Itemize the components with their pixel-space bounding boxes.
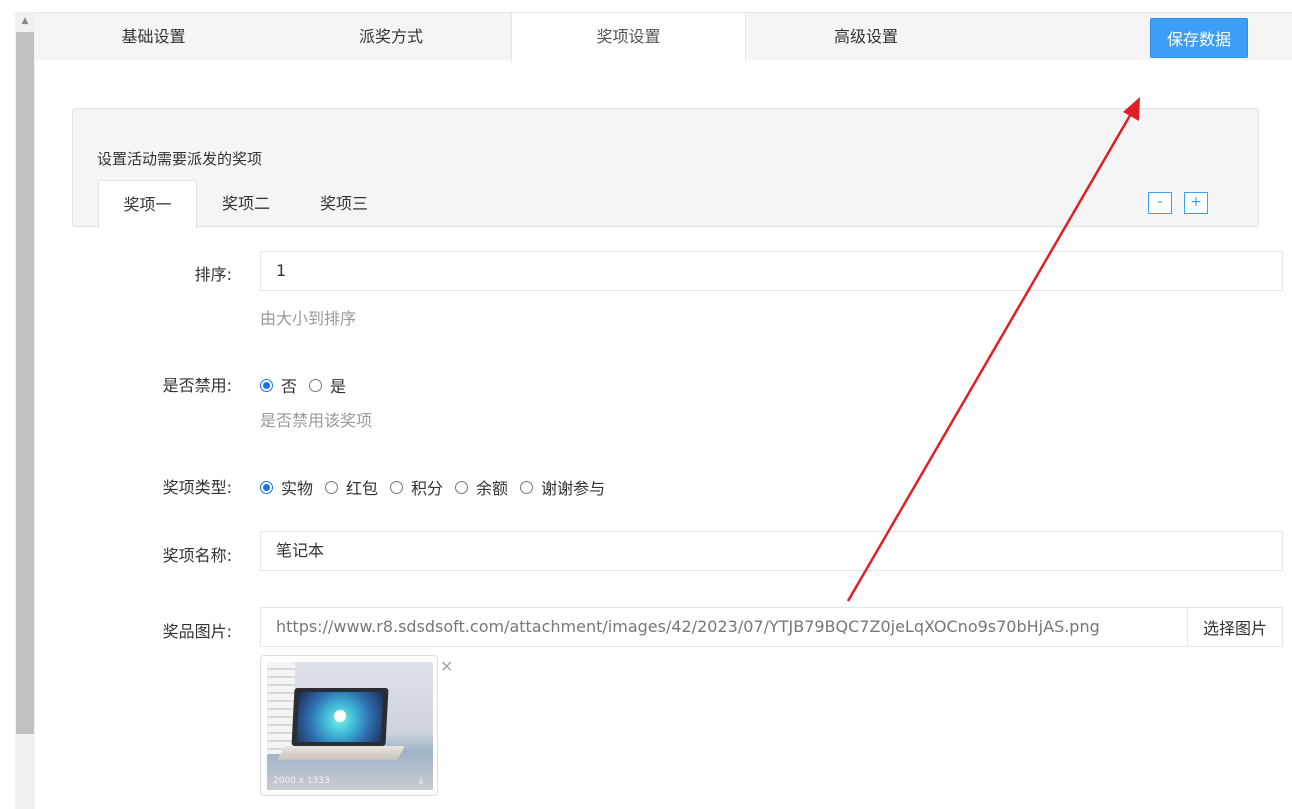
annotation-arrow <box>846 97 1140 602</box>
